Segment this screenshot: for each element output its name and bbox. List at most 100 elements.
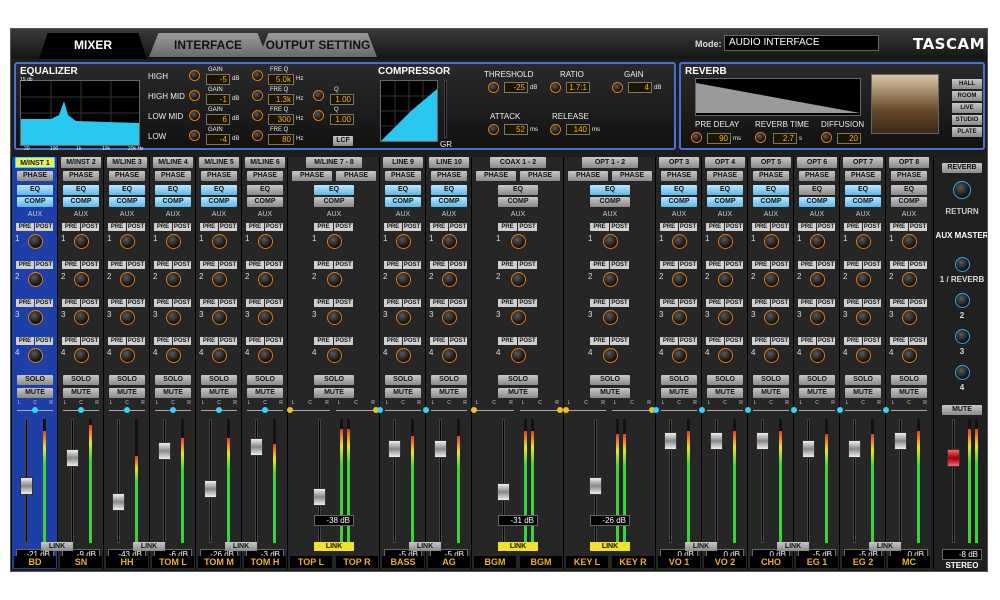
ratio-value[interactable]: 1.7:1 xyxy=(566,82,590,93)
link-button[interactable]: LINK xyxy=(869,542,901,551)
pre-button[interactable]: PRE xyxy=(430,261,448,269)
link-button[interactable]: LINK xyxy=(498,542,538,551)
aux-send-knob[interactable] xyxy=(511,310,526,325)
phase-button[interactable]: PHASE xyxy=(17,171,53,181)
aux-send-knob[interactable] xyxy=(212,234,227,249)
channel-name[interactable]: OPT 7 xyxy=(843,157,883,168)
post-button[interactable]: POST xyxy=(35,223,53,231)
channel-name[interactable]: M/LINE 7 - 8 xyxy=(306,157,362,168)
pan-knob[interactable] xyxy=(837,407,843,413)
solo-button[interactable]: SOLO xyxy=(707,375,743,385)
channel-name[interactable]: OPT 1 - 2 xyxy=(582,157,638,168)
master-fader-cap[interactable] xyxy=(947,448,960,467)
comp-button[interactable]: COMP xyxy=(498,197,538,207)
aux-send-knob[interactable] xyxy=(718,310,733,325)
post-button[interactable]: POST xyxy=(679,337,697,345)
mute-button[interactable]: MUTE xyxy=(385,388,421,398)
post-button[interactable]: POST xyxy=(127,261,145,269)
pre-button[interactable]: PRE xyxy=(384,223,402,231)
release-value[interactable]: 140 xyxy=(566,124,590,135)
post-button[interactable]: POST xyxy=(265,261,283,269)
aux-send-knob[interactable] xyxy=(718,348,733,363)
post-button[interactable]: POST xyxy=(518,261,537,269)
aux-send-knob[interactable] xyxy=(396,234,411,249)
pan-knob[interactable] xyxy=(170,407,176,413)
pre-button[interactable]: PRE xyxy=(752,223,770,231)
pre-button[interactable]: PRE xyxy=(108,337,126,345)
link-button[interactable]: LINK xyxy=(314,542,354,551)
aux-send-knob[interactable] xyxy=(856,272,871,287)
post-button[interactable]: POST xyxy=(334,299,353,307)
fader-cap[interactable] xyxy=(66,448,79,467)
aux-send-knob[interactable] xyxy=(28,234,43,249)
pre-button[interactable]: PRE xyxy=(706,261,724,269)
post-button[interactable]: POST xyxy=(909,299,927,307)
pan-knob[interactable] xyxy=(563,407,569,413)
channel-name[interactable]: M/LINE 4 xyxy=(153,157,193,168)
eq-freq-value[interactable]: 5.0k xyxy=(268,74,294,85)
phase-button[interactable]: PHASE xyxy=(891,171,927,181)
post-button[interactable]: POST xyxy=(173,223,191,231)
pre-button[interactable]: PRE xyxy=(246,223,264,231)
channel-name[interactable]: LINE 10 xyxy=(429,157,469,168)
pre-button[interactable]: PRE xyxy=(246,299,264,307)
aux-send-knob[interactable] xyxy=(442,310,457,325)
solo-button[interactable]: SOLO xyxy=(155,375,191,385)
link-button[interactable]: LINK xyxy=(133,542,165,551)
post-button[interactable]: POST xyxy=(265,337,283,345)
pre-button[interactable]: PRE xyxy=(844,261,862,269)
post-button[interactable]: POST xyxy=(265,299,283,307)
eq-button[interactable]: EQ xyxy=(753,185,789,195)
pre-button[interactable]: PRE xyxy=(798,337,816,345)
phase-button-left[interactable]: PHASE xyxy=(476,171,516,181)
post-button[interactable]: POST xyxy=(771,261,789,269)
channel-name[interactable]: OPT 6 xyxy=(797,157,837,168)
aux-master-knob[interactable] xyxy=(955,329,970,344)
aux-send-knob[interactable] xyxy=(327,310,342,325)
pre-delay-value[interactable]: 90 xyxy=(707,133,731,144)
post-button[interactable]: POST xyxy=(863,337,881,345)
aux-send-knob[interactable] xyxy=(166,310,181,325)
fader-cap[interactable] xyxy=(388,440,401,459)
pre-button[interactable]: PRE xyxy=(844,223,862,231)
pre-button[interactable]: PRE xyxy=(62,337,80,345)
phase-button[interactable]: PHASE xyxy=(385,171,421,181)
pre-button[interactable]: PRE xyxy=(498,261,517,269)
post-button[interactable]: POST xyxy=(449,299,467,307)
pre-button[interactable]: PRE xyxy=(246,261,264,269)
aux-send-knob[interactable] xyxy=(258,348,273,363)
fader-cap[interactable] xyxy=(664,431,677,450)
channel-name[interactable]: OPT 4 xyxy=(705,157,745,168)
aux-send-knob[interactable] xyxy=(396,272,411,287)
comp-gain-value[interactable]: 4 xyxy=(628,82,652,93)
eq-freq-value[interactable]: 1.3k xyxy=(268,94,294,105)
aux-send-knob[interactable] xyxy=(120,272,135,287)
post-button[interactable]: POST xyxy=(35,261,53,269)
post-button[interactable]: POST xyxy=(403,261,421,269)
pre-delay-knob[interactable] xyxy=(691,132,702,143)
reverb-type-room[interactable]: ROOM xyxy=(952,91,982,101)
eq-gain-knob[interactable] xyxy=(189,130,200,141)
threshold-knob[interactable] xyxy=(488,82,499,93)
pan-knob[interactable] xyxy=(32,407,38,413)
mute-button[interactable]: MUTE xyxy=(431,388,467,398)
aux-send-knob[interactable] xyxy=(74,348,89,363)
pre-button[interactable]: PRE xyxy=(154,223,172,231)
aux-send-knob[interactable] xyxy=(672,348,687,363)
post-button[interactable]: POST xyxy=(127,337,145,345)
eq-button[interactable]: EQ xyxy=(109,185,145,195)
aux-send-knob[interactable] xyxy=(511,234,526,249)
eq-freq-value[interactable]: 80 xyxy=(268,134,294,145)
phase-button[interactable]: PHASE xyxy=(845,171,881,181)
aux-send-knob[interactable] xyxy=(442,234,457,249)
fader-cap[interactable] xyxy=(497,482,510,501)
post-button[interactable]: POST xyxy=(725,337,743,345)
pre-button[interactable]: PRE xyxy=(752,299,770,307)
pre-button[interactable]: PRE xyxy=(430,223,448,231)
threshold-value[interactable]: -25 xyxy=(504,82,528,93)
aux-send-knob[interactable] xyxy=(442,348,457,363)
channel-name[interactable]: LINE 9 xyxy=(383,157,423,168)
aux-send-knob[interactable] xyxy=(810,234,825,249)
pre-button[interactable]: PRE xyxy=(498,223,517,231)
fader-cap[interactable] xyxy=(250,438,263,457)
